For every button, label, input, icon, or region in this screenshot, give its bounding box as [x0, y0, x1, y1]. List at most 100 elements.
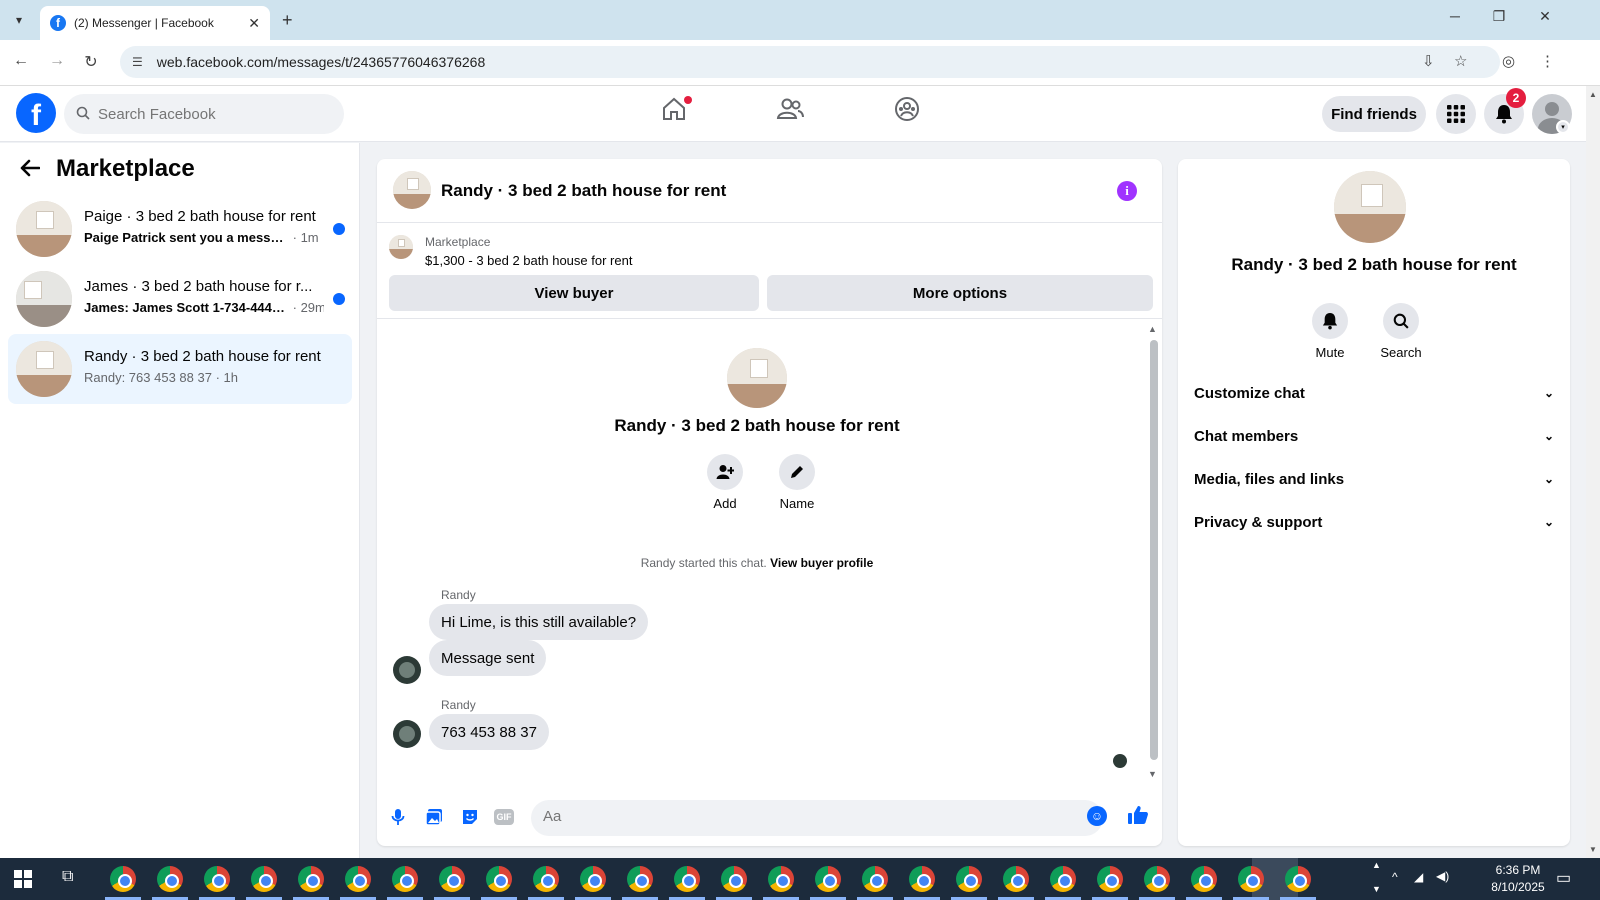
system-clock[interactable]: 6:36 PM 8/10/2025 — [1478, 862, 1558, 896]
windows-start-icon[interactable] — [14, 870, 32, 888]
add-person-button[interactable] — [707, 454, 743, 490]
close-tab-icon[interactable]: ✕ — [248, 15, 260, 32]
message-bubble[interactable]: 763 453 88 37 — [429, 714, 549, 750]
url-text[interactable]: web.facebook.com/messages/t/243657760463… — [157, 54, 485, 70]
restore-icon[interactable]: ❐ — [1484, 8, 1514, 25]
media-files-links-section[interactable]: Media, files and links ⌄ — [1194, 461, 1554, 497]
facebook-logo-icon[interactable]: f — [16, 93, 56, 133]
search-input[interactable] — [98, 105, 318, 123]
chrome-taskbar-icon[interactable] — [862, 866, 888, 892]
view-buyer-profile-link[interactable]: View buyer profile — [770, 556, 873, 570]
chrome-taskbar-icon[interactable] — [439, 866, 465, 892]
chrome-taskbar-icon[interactable] — [909, 866, 935, 892]
message-input-field[interactable] — [531, 800, 1103, 836]
action-center-icon[interactable]: ▭ — [1556, 868, 1571, 888]
search-in-chat-icon[interactable] — [1383, 303, 1419, 339]
edit-name-button[interactable] — [779, 454, 815, 490]
conversation-item-randy[interactable]: Randy · 3 bed 2 bath house for rent Rand… — [8, 334, 352, 404]
chrome-taskbar-icon[interactable] — [298, 866, 324, 892]
view-buyer-button[interactable]: View buyer — [389, 275, 759, 311]
forward-icon[interactable]: → — [46, 52, 68, 70]
customize-chat-section[interactable]: Customize chat ⌄ — [1194, 375, 1554, 411]
show-hidden-icons-icon[interactable]: ^ — [1392, 870, 1398, 884]
message-scrollbar[interactable]: ▲ ▼ — [1148, 324, 1158, 779]
tab-search-chevron-icon[interactable]: ▾ — [6, 8, 32, 32]
install-app-icon[interactable]: ⇩ — [1422, 52, 1435, 70]
friends-nav-icon[interactable] — [770, 96, 810, 132]
more-options-button[interactable]: More options — [767, 275, 1153, 311]
taskbar-scroll-down-icon[interactable]: ▼ — [1372, 884, 1381, 894]
chrome-taskbar-icon[interactable] — [580, 866, 606, 892]
back-arrow-icon[interactable] — [20, 157, 41, 183]
conversation-info-icon[interactable]: i — [1117, 181, 1137, 201]
conversation-item-james[interactable]: James · 3 bed 2 bath house for r... Jame… — [8, 264, 352, 334]
chrome-taskbar-icon[interactable] — [721, 866, 747, 892]
chat-title[interactable]: Randy · 3 bed 2 bath house for rent — [441, 181, 726, 201]
gif-icon[interactable]: GIF — [493, 806, 515, 828]
scroll-down-icon[interactable]: ▼ — [1589, 845, 1597, 854]
groups-nav-icon[interactable] — [887, 96, 927, 132]
profile-icon[interactable]: ◎ — [1502, 52, 1515, 70]
network-icon[interactable]: ◢ — [1414, 870, 1423, 884]
scroll-down-icon[interactable]: ▼ — [1148, 769, 1157, 779]
microphone-icon[interactable] — [387, 806, 409, 828]
conversation-item-paige[interactable]: Paige · 3 bed 2 bath house for rent Paig… — [8, 194, 352, 264]
taskbar-scroll-up-icon[interactable]: ▲ — [1372, 860, 1381, 870]
chrome-taskbar-icon[interactable] — [956, 866, 982, 892]
chrome-taskbar-icon[interactable] — [486, 866, 512, 892]
chrome-taskbar-icon[interactable] — [1003, 866, 1029, 892]
scroll-up-icon[interactable]: ▲ — [1589, 90, 1597, 99]
chrome-taskbar-icon[interactable] — [1097, 866, 1123, 892]
emoji-icon[interactable]: ☺ — [1087, 806, 1107, 826]
volume-icon[interactable]: ◀) — [1436, 869, 1449, 883]
task-view-icon[interactable]: ⧉ — [62, 868, 73, 886]
sender-avatar[interactable] — [393, 720, 421, 748]
browser-menu-icon[interactable]: ⋮ — [1540, 52, 1555, 70]
new-tab-icon[interactable]: + — [282, 10, 293, 31]
page-scrollbar[interactable]: ▲ ▼ — [1586, 86, 1600, 858]
chrome-taskbar-icon[interactable] — [1285, 866, 1311, 892]
chrome-taskbar-icon[interactable] — [533, 866, 559, 892]
chrome-taskbar-icon[interactable] — [345, 866, 371, 892]
chrome-taskbar-icon[interactable] — [1238, 866, 1264, 892]
sender-avatar[interactable] — [393, 656, 421, 684]
chrome-taskbar-icon[interactable] — [251, 866, 277, 892]
chrome-taskbar-icon[interactable] — [627, 866, 653, 892]
sticker-icon[interactable] — [459, 806, 481, 828]
chrome-taskbar-icon[interactable] — [1144, 866, 1170, 892]
message-input[interactable] — [543, 808, 1043, 825]
info-avatar[interactable] — [1334, 171, 1406, 243]
chrome-taskbar-icon[interactable] — [815, 866, 841, 892]
photo-icon[interactable] — [423, 806, 445, 828]
chrome-taskbar-icon[interactable] — [392, 866, 418, 892]
chrome-taskbar-icon[interactable] — [1050, 866, 1076, 892]
browser-tab[interactable]: f (2) Messenger | Facebook ✕ — [40, 6, 270, 40]
chrome-taskbar-icon[interactable] — [204, 866, 230, 892]
scroll-up-icon[interactable]: ▲ — [1148, 324, 1157, 334]
privacy-support-section[interactable]: Privacy & support ⌄ — [1194, 504, 1554, 540]
chat-members-section[interactable]: Chat members ⌄ — [1194, 418, 1554, 454]
message-bubble[interactable]: Message sent — [429, 640, 547, 676]
minimize-icon[interactable]: ─ — [1440, 8, 1470, 24]
chat-avatar[interactable] — [393, 171, 431, 209]
find-friends-button[interactable]: Find friends — [1322, 96, 1426, 132]
close-window-icon[interactable]: ✕ — [1530, 8, 1560, 25]
message-bubble[interactable]: Hi Lime, is this still available? — [429, 604, 649, 640]
facebook-search[interactable] — [64, 94, 344, 134]
mute-bell-icon[interactable] — [1312, 303, 1348, 339]
chrome-taskbar-icon[interactable] — [1191, 866, 1217, 892]
listing-price[interactable]: $1,300 - 3 bed 2 bath house for rent — [425, 253, 632, 268]
back-icon[interactable]: ← — [10, 52, 32, 70]
chrome-taskbar-icon[interactable] — [674, 866, 700, 892]
scrollbar-thumb[interactable] — [1150, 340, 1158, 760]
site-settings-icon[interactable]: ☰ — [132, 55, 143, 69]
reload-icon[interactable]: ↻ — [80, 52, 102, 72]
thumbs-up-icon[interactable] — [1127, 804, 1149, 832]
bookmark-star-icon[interactable]: ☆ — [1454, 52, 1467, 70]
chrome-taskbar-icon[interactable] — [768, 866, 794, 892]
chrome-taskbar-icon[interactable] — [157, 866, 183, 892]
menu-grid-icon[interactable] — [1436, 94, 1476, 134]
chrome-taskbar-icon[interactable] — [110, 866, 136, 892]
account-chevron-icon[interactable]: ▾ — [1556, 120, 1570, 134]
address-bar[interactable]: ☰ web.facebook.com/messages/t/2436577604… — [120, 46, 1500, 78]
